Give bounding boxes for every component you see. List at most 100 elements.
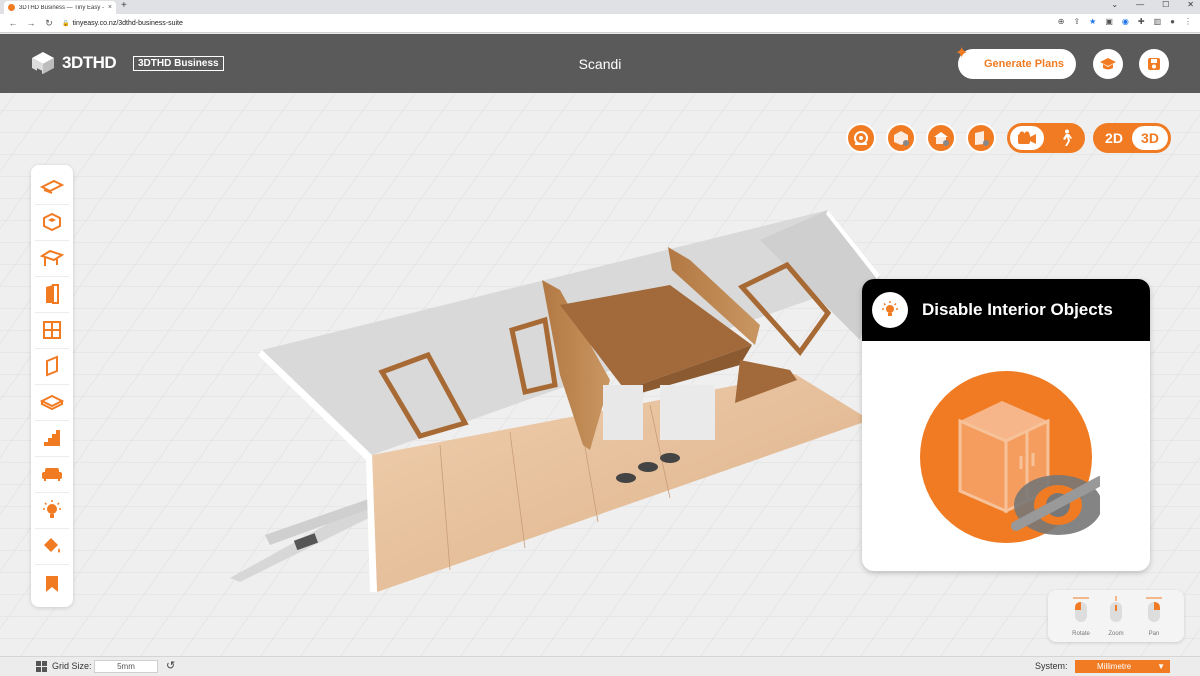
extension-icon[interactable]: ◉ (1122, 17, 1129, 26)
save-button[interactable] (1139, 49, 1169, 79)
stairs-button[interactable] (35, 421, 69, 455)
paint-button[interactable] (35, 529, 69, 563)
walking-person-icon (1062, 129, 1072, 146)
generate-plans-button[interactable]: Generate Plans (958, 49, 1076, 79)
camera-icon[interactable]: ▣ (1105, 17, 1113, 26)
browser-tab-title: 3DTHD Business — Tiny Easy - T (19, 4, 104, 11)
left-toolbar (31, 165, 73, 607)
tape-measure-icon (854, 131, 868, 145)
minimize-button[interactable]: — (1136, 0, 1144, 9)
camera-mode-toggle[interactable] (1007, 123, 1085, 153)
graduation-cap-icon (1100, 58, 1116, 70)
pan-label: Pan (1148, 631, 1160, 637)
card-header: Disable Interior Objects (862, 279, 1150, 341)
roof-button[interactable] (35, 241, 69, 275)
mouse-left-click-icon (1073, 597, 1089, 622)
paint-bucket-icon (44, 538, 60, 553)
browser-tabbar: 3DTHD Business — Tiny Easy - T × + ⌄ — ☐… (0, 0, 1200, 14)
card-title: Disable Interior Objects (922, 300, 1113, 319)
share-icon[interactable]: ⇪ (1073, 17, 1080, 26)
floor-slab-button[interactable] (35, 385, 69, 419)
floor-slab-icon (40, 394, 64, 410)
structure-button[interactable] (35, 205, 69, 239)
browser-tab[interactable]: 3DTHD Business — Tiny Easy - T × (4, 1, 116, 14)
roof-hide-icon (934, 132, 949, 146)
bookmark-icon (46, 576, 58, 592)
puzzle-icon[interactable]: ✚ (1138, 17, 1145, 26)
cabinet-right (660, 385, 715, 440)
floor-tool-button[interactable] (35, 169, 69, 203)
sparkle-icon: ✦ (955, 45, 969, 62)
mode-2d-button[interactable]: 2D (1096, 126, 1132, 150)
reload-button[interactable]: ↻ (44, 18, 54, 29)
star-icon[interactable]: ★ (1089, 17, 1096, 26)
rotate-hint: Rotate (1066, 596, 1096, 637)
measurement-system-select[interactable]: Millimetre ▼ (1075, 660, 1170, 673)
dimension-toggle[interactable]: 2D 3D (1093, 123, 1171, 153)
sidebar-icon[interactable]: ▥ (1154, 17, 1162, 26)
sofa-icon (42, 468, 62, 481)
tab-search-icon[interactable]: ⌄ (1111, 0, 1118, 9)
app-header: 3DTHD 3DTHD Business Scandi Generate Pla… (0, 34, 1200, 93)
cube-hide-icon (894, 131, 909, 146)
close-tab-icon[interactable]: × (108, 4, 112, 11)
walk-mode-option[interactable] (1049, 126, 1083, 150)
floor-tool-icon (40, 179, 64, 194)
mouse-controls-help: Rotate Zoom Pan (1048, 590, 1184, 642)
close-window-button[interactable]: ✕ (1187, 0, 1194, 9)
system-value: Millimetre (1097, 662, 1132, 671)
profile-icon[interactable]: ● (1170, 17, 1175, 26)
video-camera-icon (1017, 131, 1036, 144)
browser-extension-icons: ⊕ ⇪ ★ ▣ ◉ ✚ ▥ ● ⋮ (1058, 17, 1192, 26)
reset-icon[interactable]: ↺ (166, 659, 175, 672)
url-field[interactable]: 🔒 tinyeasy.co.nz/3dthd-business-suite (62, 20, 183, 27)
system-label: System: (1035, 661, 1068, 671)
windows-button[interactable] (35, 313, 69, 347)
cube-icon (43, 212, 61, 232)
wall-panel-icon (46, 355, 58, 377)
url-text: tinyeasy.co.nz/3dthd-business-suite (72, 19, 183, 27)
grid-icon (36, 661, 47, 672)
wall-panels-button[interactable] (35, 349, 69, 383)
grid-size-input[interactable]: 5mm (94, 660, 158, 673)
rotate-label: Rotate (1072, 631, 1090, 637)
mode-3d-button[interactable]: 3D (1132, 126, 1168, 150)
window-icon (43, 321, 61, 339)
new-tab-button[interactable]: + (121, 0, 127, 11)
hide-roof-button[interactable] (926, 123, 956, 153)
hide-exterior-button[interactable] (886, 123, 916, 153)
bookmarks-button[interactable] (35, 567, 69, 601)
grid-size-label: Grid Size: (52, 661, 92, 671)
hidden-cabinet-illustration (920, 371, 1100, 543)
zoom-label: Zoom (1108, 631, 1124, 637)
furniture-button[interactable] (35, 457, 69, 491)
tutorial-button[interactable] (1093, 49, 1123, 79)
status-bar: Grid Size: 5mm ↺ System: Millimetre ▼ (0, 656, 1200, 676)
door-icon (46, 284, 59, 304)
zoom-hint: Zoom (1101, 596, 1131, 637)
mouse-right-click-icon (1146, 597, 1162, 622)
mouse-scroll-icon (1110, 596, 1122, 622)
orbit-camera-option[interactable] (1009, 126, 1044, 150)
lock-icon: 🔒 (62, 20, 70, 27)
doors-button[interactable] (35, 277, 69, 311)
maximize-button[interactable]: ☐ (1162, 0, 1169, 9)
menu-icon[interactable]: ⋮ (1184, 17, 1192, 26)
hide-walls-button[interactable] (966, 123, 996, 153)
forward-button[interactable]: → (26, 18, 36, 28)
chevron-down-icon: ▼ (1157, 662, 1165, 671)
measure-tool-button[interactable] (846, 123, 876, 153)
wall-hide-icon (975, 131, 989, 146)
cabinet-left (603, 385, 643, 440)
lighting-button[interactable] (35, 493, 69, 527)
stairs-icon (44, 430, 60, 446)
zoom-icon[interactable]: ⊕ (1058, 17, 1065, 26)
save-icon (1148, 58, 1160, 70)
lighting-icon (43, 500, 61, 518)
roof-icon (40, 249, 64, 266)
feature-info-card: Disable Interior Objects (862, 279, 1150, 571)
favicon-icon (8, 4, 15, 11)
pan-hint: Pan (1139, 596, 1169, 637)
window-controls: ⌄ — ☐ ✕ (1111, 0, 1194, 9)
back-button[interactable]: ← (8, 18, 18, 28)
